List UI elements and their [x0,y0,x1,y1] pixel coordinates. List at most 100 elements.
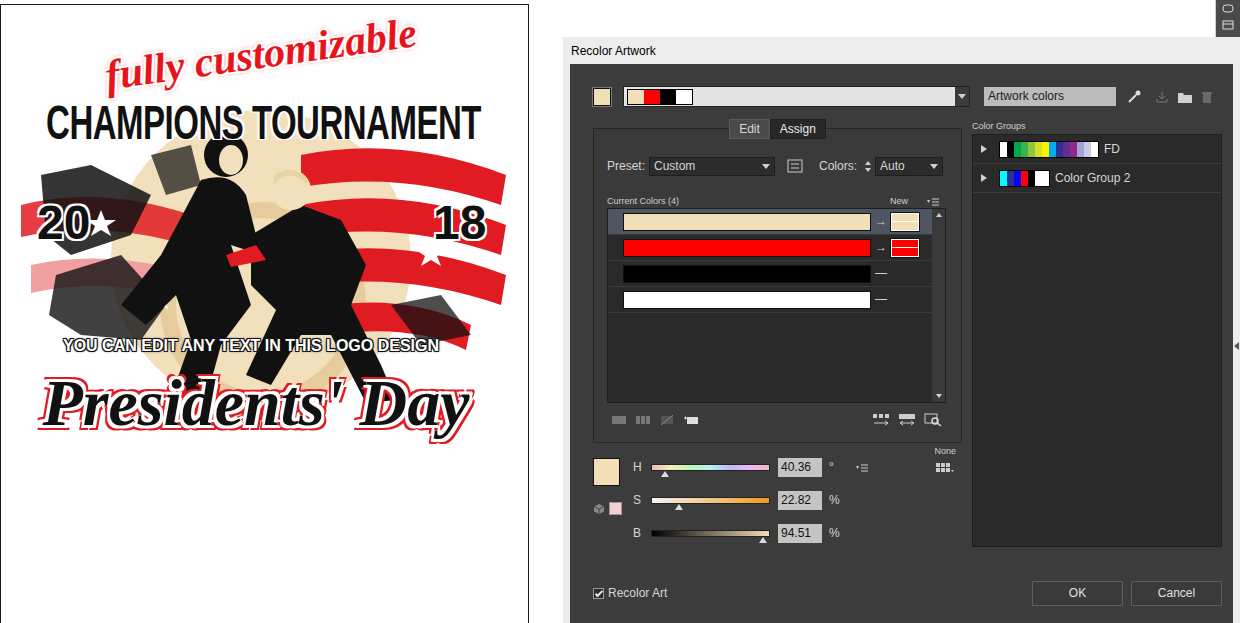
current-color-bar[interactable] [623,265,871,283]
strip-dropdown[interactable] [955,87,969,106]
random-saturation-icon[interactable] [898,413,916,427]
collapse-arrow-icon[interactable] [1234,342,1239,350]
panel-icon[interactable] [1222,20,1234,30]
channel-label: S [633,493,651,507]
preset-options-icon[interactable] [787,159,803,173]
slider-track[interactable] [651,530,770,537]
slider-track[interactable] [651,497,770,504]
web-safe-cube-icon[interactable] [593,503,605,515]
group-name-field[interactable]: Artwork colors [984,87,1116,106]
separate-colors-icon[interactable] [635,414,651,426]
ok-button[interactable]: OK [1032,581,1123,606]
delete-icon[interactable] [1201,90,1213,104]
tab[interactable]: Edit [729,119,770,139]
hsb-row: H40.36° [633,451,869,484]
dialog-footer: Recolor Art OK Cancel [593,581,1222,606]
chat-icon[interactable] [1222,4,1234,14]
preset-dropdown[interactable]: Custom [649,157,775,176]
current-color-bar[interactable] [623,291,871,309]
chat-icon[interactable] [1222,4,1234,14]
color-row[interactable]: — [608,287,932,313]
new-color-swatch[interactable] [891,239,919,257]
color-mode-menu-icon[interactable] [855,463,869,472]
expand-arrow-icon[interactable] [981,145,987,153]
mapping-marker: — [871,266,891,280]
colors-dropdown[interactable]: Auto [875,157,943,176]
find-colors-icon[interactable] [924,413,942,427]
hsb-swatch-column [593,456,633,548]
tab[interactable]: Assign [770,119,826,139]
preset-label: Preset: [607,159,645,173]
list-menu-icon[interactable] [926,197,940,206]
panel-icon[interactable] [1222,20,1234,30]
new-row-icon[interactable] [683,414,699,426]
list-scrollbar[interactable] [932,209,945,402]
save-group-icon[interactable] [1155,90,1169,104]
delete-icon[interactable] [1201,90,1213,104]
separate-colors-icon[interactable] [635,414,651,426]
merge-colors-icon[interactable] [611,414,627,426]
slider-thumb[interactable] [759,537,767,543]
slider-thumb[interactable] [661,471,669,477]
channel-value-field[interactable]: 94.51 [778,524,822,542]
channel-value-field[interactable]: 40.36 [778,458,822,476]
out-of-gamut-swatch-icon[interactable] [609,502,622,515]
new-row-icon[interactable] [683,414,699,426]
web-safe-cube-icon[interactable] [593,503,605,515]
color-library-grid-icon[interactable] [935,462,955,474]
strip-swatch [628,90,644,104]
active-color-swatch[interactable] [593,88,611,106]
dropdown-arrow-icon [762,164,770,169]
preset-options-icon[interactable] [787,159,803,173]
slider-thumb[interactable] [675,504,683,510]
group-swatch [1035,171,1042,186]
color-library-label: None [934,446,956,457]
recolor-art-option[interactable]: Recolor Art [593,586,667,600]
list-menu-icon[interactable] [926,197,940,206]
merge-colors-icon[interactable] [611,414,627,426]
group-swatch [1021,171,1028,186]
channel-value-field[interactable]: 22.82 [778,491,822,509]
random-order-icon[interactable] [872,413,890,427]
artwork-year-text: 20 [37,197,90,250]
out-of-gamut-swatch-icon[interactable] [609,502,622,515]
find-colors-icon[interactable] [924,413,942,427]
scroll-up-icon[interactable] [936,213,942,217]
save-group-icon[interactable] [1155,90,1169,104]
color-group-row[interactable]: Color Group 2 [973,164,1221,193]
slider-track[interactable] [651,464,770,471]
tab-bar: EditAssign [594,119,961,139]
expand-arrow-icon[interactable] [981,174,987,182]
channel-unit: % [829,493,841,507]
random-saturation-icon[interactable] [898,413,916,427]
left-column: EditAssignPreset:CustomColors:AutoCurren… [593,119,962,548]
exclude-colors-icon[interactable] [659,414,675,426]
random-order-icon[interactable] [872,413,890,427]
exclude-colors-icon[interactable] [659,414,675,426]
preset-row: Preset:CustomColors:Auto [607,156,947,176]
cancel-button[interactable]: Cancel [1131,581,1222,606]
color-library-grid-icon[interactable] [935,462,955,474]
scroll-down-icon[interactable] [936,394,942,398]
color-mode-menu-icon[interactable] [855,463,869,472]
color-group-strip[interactable] [623,86,970,107]
colors-spinner[interactable] [861,157,875,176]
dropdown-arrow-icon [958,94,966,99]
recolor-art-checkbox[interactable] [593,588,604,599]
eyedropper-icon[interactable] [1127,90,1141,104]
group-swatch [1028,171,1035,186]
color-row[interactable]: → [608,235,932,261]
color-group-row[interactable]: FD [973,135,1221,164]
current-color-bar[interactable] [623,239,871,257]
color-row[interactable]: → [608,209,932,235]
spin-up-icon[interactable] [865,161,871,165]
color-row[interactable]: — [608,261,932,287]
folder-icon[interactable] [1177,90,1193,104]
new-color-swatch[interactable] [891,213,919,231]
color-rows: →→ — — [608,209,932,402]
spin-down-icon[interactable] [865,168,871,172]
channel-unit: ° [829,460,841,474]
eyedropper-icon[interactable] [1127,90,1141,104]
current-color-bar[interactable] [623,213,871,231]
folder-icon[interactable] [1177,90,1193,104]
